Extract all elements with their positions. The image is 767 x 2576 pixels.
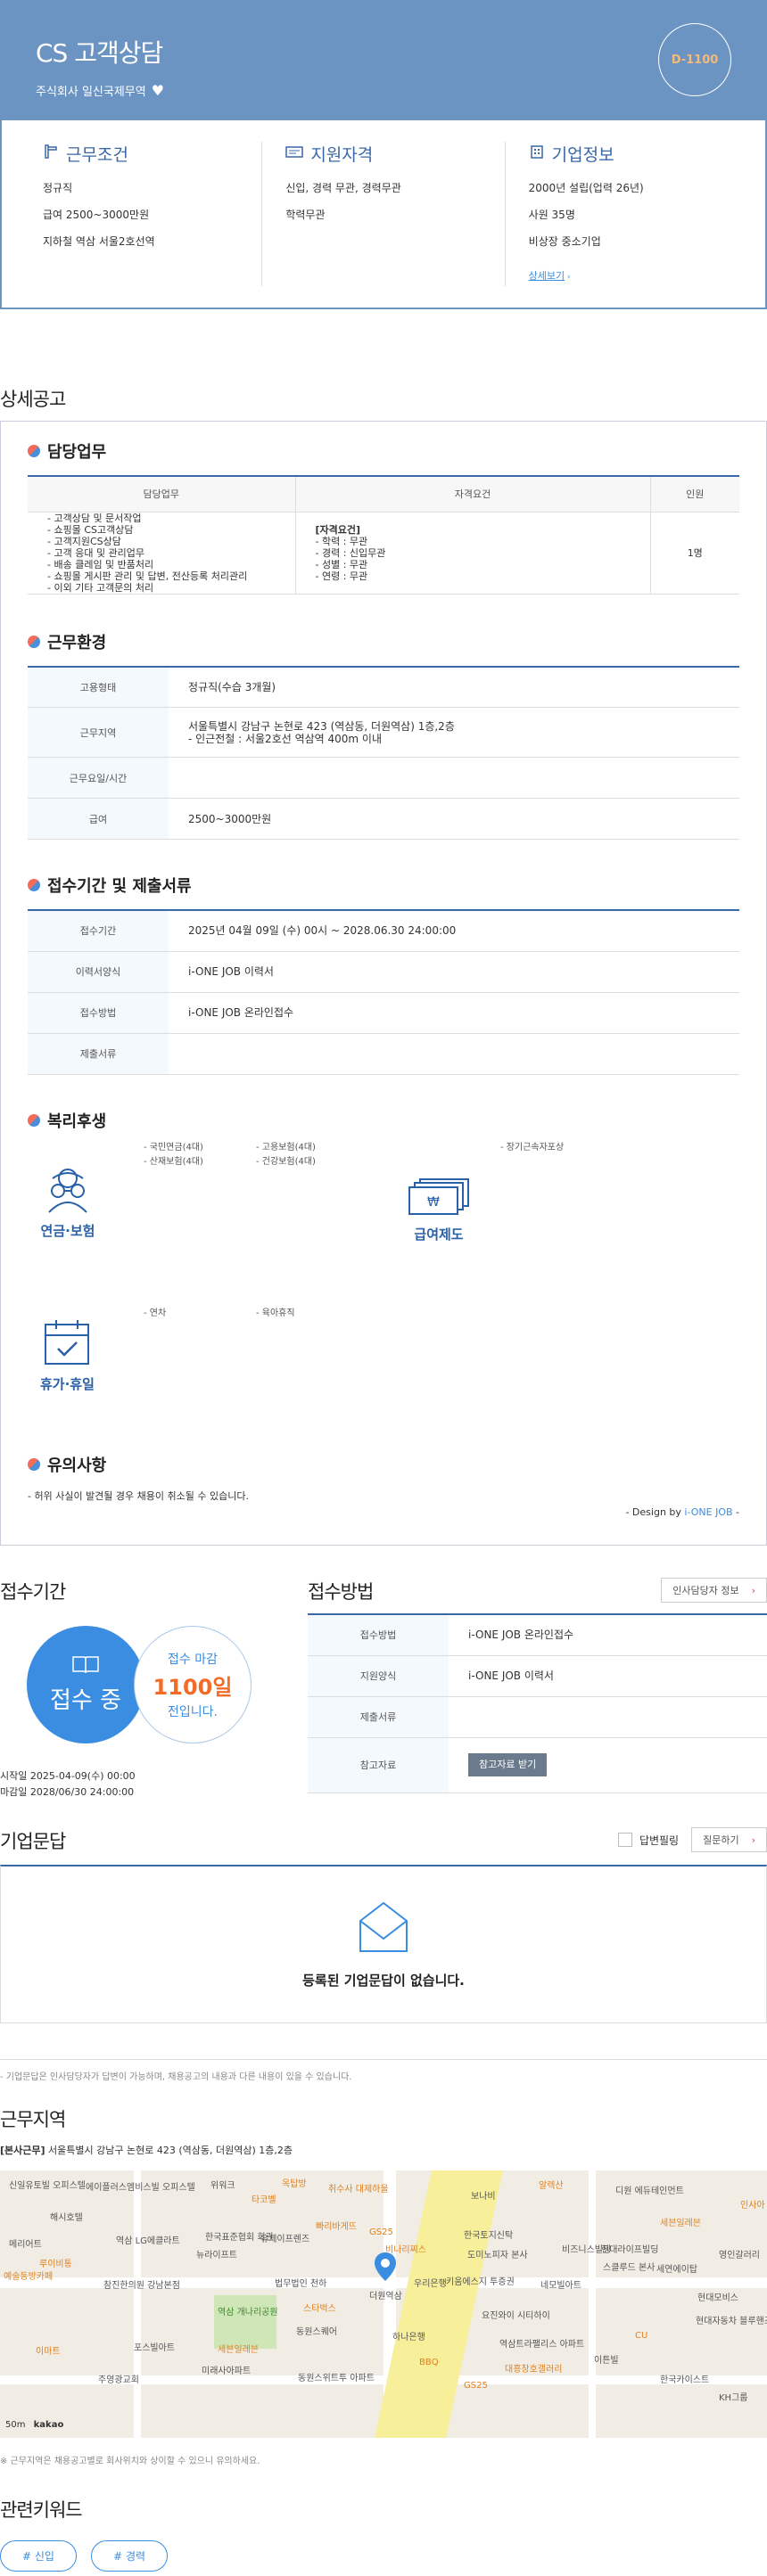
end-date: 마감일 2028/06/30 24:00:00 [0, 1786, 135, 1798]
building-icon [43, 144, 59, 164]
status-circle: 접수 중 [27, 1626, 144, 1743]
deadline-circle: 접수 마감 1100일 전입니다. [134, 1626, 252, 1743]
detail-title: 상세공고 [0, 389, 66, 410]
bullet-dot-icon [28, 445, 40, 457]
table-row: 근무지역 서울특별시 강남구 논현로 423 (역삼동, 더원역삼) 1층,2층 -… [28, 707, 739, 758]
table-row: 참고자료 참고자료 받기 [308, 1737, 767, 1793]
duty-table: 담당업무 자격요건 인원 - 고객상담 및 문서작업 - 쇼핑몰 CS고객상담 - … [28, 475, 739, 595]
table-row: 접수방법 i-ONE JOB 온라인접수 [308, 1614, 767, 1656]
job-title: CS 고객상담 [36, 38, 163, 68]
dday-badge: D-1100 [658, 23, 731, 96]
location-note: ※ 근무지역은 채용공고별로 회사위치와 상이할 수 있으니 유의하세요. [0, 2457, 260, 2466]
money-stack-icon: ₩ [408, 1177, 470, 1221]
job-header: CS 고객상담 주식회사 일신국제무역 ♥ D-1100 [0, 0, 767, 120]
calendar-check-icon [42, 1319, 92, 1371]
table-row: 지원양식 i-ONE JOB 이력서 [308, 1655, 767, 1697]
bullet-dot-icon [28, 1113, 40, 1127]
keyword-tag[interactable]: # 신입 [0, 2540, 77, 2572]
answer-filter-checkbox[interactable] [617, 1833, 632, 1847]
start-date: 시작일 2025-04-09(수) 00:00 [0, 1770, 136, 1782]
welfare-vacation: 휴가·휴일 [40, 1317, 95, 1393]
chevron-right-icon: › [751, 1834, 755, 1846]
office-icon [529, 144, 545, 164]
apply-period-section: 접수기간 접수 중 접수 마감 1100일 전입니다. 시작일 2025-04-… [0, 1578, 294, 1801]
period-table: 접수기간 2025년 04월 09일 (수) 00시 ~ 2028.06.30 2… [28, 909, 739, 1075]
detail-box: 담당업무 담당업무 자격요건 인원 - 고객상담 및 문서작업 - 쇼핑몰 CS고… [0, 421, 767, 1546]
table-row: 접수기간 2025년 04월 09일 (수) 00시 ~ 2028.06.30 2… [28, 910, 739, 952]
table-row: 제출서류 [308, 1696, 767, 1738]
welfare-pension: 연금·보험 [40, 1164, 95, 1240]
table-row: - 고객상담 및 문서작업 - 쇼핑몰 CS고객상담 - 고객지원CS상담 - 고객 … [28, 512, 739, 595]
person-glasses-icon [40, 1168, 95, 1218]
hr-info-button[interactable]: 인사담당자 정보 › [661, 1578, 767, 1603]
keywords-section: 관련키워드 # 신입 # 경력 [0, 2496, 178, 2572]
svg-text:₩: ₩ [427, 1195, 440, 1210]
table-row: 제출서류 [28, 1033, 739, 1075]
location-map[interactable]: 신일유토빌 오피스텔 에이플러스엠비스빌 오피스텔 위워크 타코벨 옥탑방 취수… [0, 2170, 767, 2438]
book-icon [71, 1655, 100, 1678]
location-section: 근무지역 [본사근무] 서울특별시 강남구 논현로 423 (역삼동, 더원역삼… [0, 2109, 293, 2156]
job-summary: 근무조건 정규직 급여 2500~3000만원 지하철 역삼 서울2호선역 지원… [0, 120, 767, 309]
keyword-tag[interactable]: # 경력 [91, 2540, 169, 2572]
table-row: 근무요일/시간 [28, 757, 739, 799]
id-card-icon [285, 144, 304, 164]
heart-icon[interactable]: ♥ [152, 82, 164, 99]
summary-conditions: 근무조건 정규직 급여 2500~3000만원 지하철 역삼 서울2호선역 [20, 142, 263, 286]
env-table: 고용형태 정규직(수습 3개월) 근무지역 서울특별시 강남구 논현로 423 (역… [28, 665, 739, 840]
notes-text: - 허위 사실이 발견될 경우 채용이 취소될 수 있습니다. [28, 1489, 249, 1502]
company-detail-link[interactable]: 상세보기 [529, 270, 565, 282]
welfare-section: 연금·보험 - 국민연금(4대) - 산재보험(4대) - 고용보험(4대) - 건… [40, 1142, 565, 1393]
qa-section: 기업문답 답변필링 질문하기 › 등록된 기업문답이 없습니다. - 기업문답은 … [0, 1827, 767, 2082]
detail-section: 상세공고 담당업무 담당업무 자격요건 인원 - 고객상담 및 문서작업 - 쇼핑… [0, 385, 767, 1546]
company-name[interactable]: 주식회사 일신국제무역 ♥ [36, 82, 731, 99]
table-row: 이력서양식 i-ONE JOB 이력서 [28, 951, 739, 993]
welfare-salary: ₩ 급여제도 [408, 1177, 470, 1243]
apply-method-section: 접수방법 인사담당자 정보 › 접수방법 i-ONE JOB 온라인접수 지원양식 i… [308, 1578, 767, 1827]
table-row: 급여 2500~3000만원 [28, 798, 739, 840]
design-credit: - Design by i-ONE JOB - [625, 1505, 739, 1518]
apply-method-table: 접수방법 i-ONE JOB 온라인접수 지원양식 i-ONE JOB 이력서 제출… [308, 1613, 767, 1793]
summary-qualification: 지원자격 신입, 경력 무관, 경력무관 학력무관 [262, 142, 506, 286]
bullet-dot-icon [28, 635, 40, 648]
qa-empty-box: 등록된 기업문답이 없습니다. [0, 1865, 767, 2023]
chevron-right-icon: › [751, 1585, 755, 1596]
table-row: 접수방법 i-ONE JOB 온라인접수 [28, 992, 739, 1034]
bullet-dot-icon [28, 1457, 40, 1471]
qa-note: - 기업문답은 인사담당자가 답변이 가능하며, 채용공고의 내용과 다른 내용… [0, 2059, 767, 2082]
table-row: 고용형태 정규직(수습 3개월) [28, 666, 739, 708]
summary-company: 기업정보 2000년 설립(업력 26년) 사원 35명 비상장 중소기업 상세… [528, 144, 644, 282]
chevron-right-icon: › [565, 273, 571, 282]
bullet-dot-icon [28, 879, 40, 891]
kakao-logo: kakao [33, 2420, 64, 2430]
reference-download-button[interactable]: 참고자료 받기 [468, 1753, 548, 1776]
ask-question-button[interactable]: 질문하기 › [691, 1827, 767, 1852]
envelope-icon [355, 1899, 412, 1958]
map-pin-icon [375, 2252, 396, 2285]
